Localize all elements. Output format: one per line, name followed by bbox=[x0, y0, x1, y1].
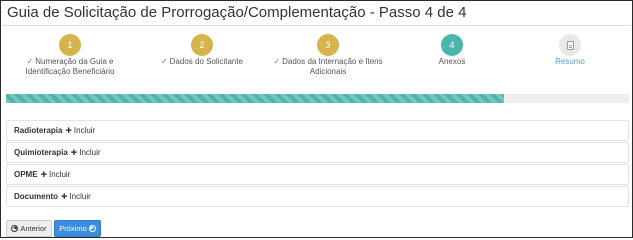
section-radioterapia: Radioterapia + Incluir bbox=[6, 120, 629, 141]
step-1[interactable]: 1 ✓ Numeração da Guia e Identificação Ben… bbox=[5, 34, 135, 76]
next-button[interactable]: Próximo ▶ bbox=[54, 220, 101, 237]
step-4-label: Anexos bbox=[438, 57, 466, 66]
plus-icon: + bbox=[61, 190, 68, 203]
plus-icon: + bbox=[70, 146, 78, 159]
check-icon: ✓ bbox=[26, 57, 34, 66]
include-label: Incluir bbox=[73, 126, 96, 135]
plus-icon: + bbox=[65, 124, 72, 137]
next-button-label: Próximo bbox=[59, 224, 87, 233]
step-1-circle: 1 bbox=[59, 34, 81, 56]
step-2-circle: 2 bbox=[191, 34, 213, 56]
section-title: OPME bbox=[14, 170, 38, 179]
section-quimioterapia: Quimioterapia + Incluir bbox=[6, 142, 629, 163]
step-2-label: ✓ Dados do Solicitante bbox=[160, 57, 244, 66]
step-2-number: 2 bbox=[199, 40, 205, 50]
step-4-number: 4 bbox=[449, 40, 455, 50]
section-documento: Documento + Incluir bbox=[6, 186, 629, 207]
step-3-label: ✓ Dados da Internação e Itens Adicionais bbox=[273, 57, 383, 76]
step-5[interactable]: Resumo bbox=[505, 34, 633, 67]
step-3-number: 3 bbox=[325, 40, 331, 50]
step-1-number: 1 bbox=[67, 40, 73, 50]
include-quimioterapia-link[interactable]: + Incluir bbox=[70, 146, 101, 159]
section-opme: OPME + Incluir bbox=[6, 164, 629, 185]
step-1-label: ✓ Numeração da Guia e Identificação Benef… bbox=[25, 57, 115, 76]
step-5-circle bbox=[559, 34, 581, 56]
previous-button[interactable]: ◀ Anterior bbox=[6, 220, 52, 237]
include-label: Incluir bbox=[49, 170, 71, 179]
step-3[interactable]: 3 ✓ Dados da Internação e Itens Adicionai… bbox=[263, 34, 393, 76]
step-2[interactable]: 2 ✓ Dados do Solicitante bbox=[137, 34, 267, 67]
step-5-label: Resumo bbox=[555, 57, 585, 66]
document-icon bbox=[566, 40, 574, 50]
include-radioterapia-link[interactable]: + Incluir bbox=[65, 124, 96, 137]
app-window: Guia de Solicitação de Prorrogação/Compl… bbox=[0, 0, 633, 238]
arrow-left-circle-icon: ◀ bbox=[11, 225, 19, 232]
arrow-right-circle-icon: ▶ bbox=[88, 225, 96, 232]
section-title: Radioterapia bbox=[14, 126, 63, 135]
check-icon: ✓ bbox=[273, 57, 281, 66]
section-title: Documento bbox=[14, 192, 58, 201]
title-divider bbox=[2, 25, 631, 26]
include-documento-link[interactable]: + Incluir bbox=[61, 190, 91, 203]
previous-button-label: Anterior bbox=[20, 224, 47, 233]
step-4-circle: 4 bbox=[441, 34, 463, 56]
page-title: Guia de Solicitação de Prorrogação/Compl… bbox=[7, 4, 467, 21]
check-icon: ✓ bbox=[160, 57, 168, 66]
progress-bar bbox=[6, 94, 629, 103]
include-opme-link[interactable]: + Incluir bbox=[40, 168, 71, 181]
step-4[interactable]: 4 Anexos bbox=[387, 34, 517, 67]
section-title: Quimioterapia bbox=[14, 148, 68, 157]
progress-bar-fill bbox=[6, 94, 505, 103]
include-label: Incluir bbox=[79, 148, 101, 157]
wizard-stepper: 1 ✓ Numeração da Guia e Identificação Ben… bbox=[1, 34, 633, 84]
step-3-circle: 3 bbox=[317, 34, 339, 56]
plus-icon: + bbox=[40, 168, 47, 181]
include-label: Incluir bbox=[69, 192, 91, 201]
